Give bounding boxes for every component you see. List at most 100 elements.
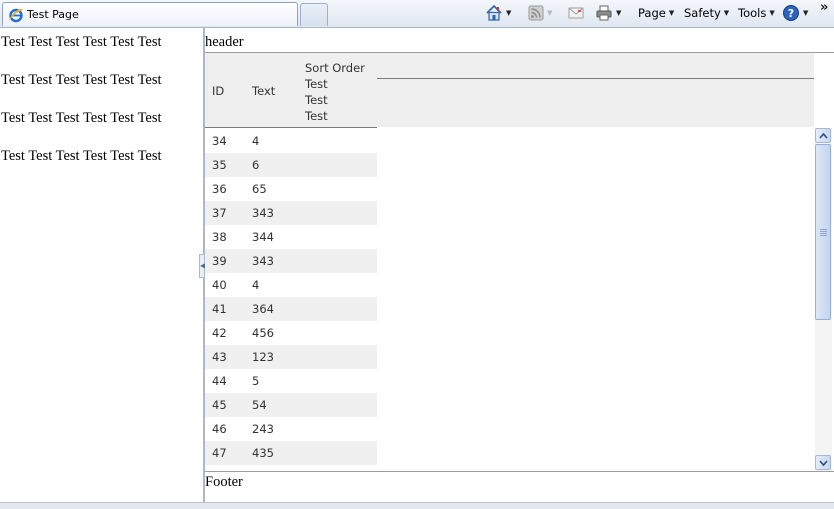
divider xyxy=(205,127,377,128)
chevron-down-icon: ▼ xyxy=(723,8,730,17)
table-row[interactable]: 34 4 xyxy=(205,129,377,153)
tools-menu[interactable]: Tools ▼ xyxy=(738,4,775,22)
chevron-down-icon: ▼ xyxy=(769,8,775,17)
browser-toolbar: Test Page ▼ ▼ ▼ Page ▼ Safety ▼ Tools ▼ … xyxy=(0,0,834,28)
table-row[interactable]: 42 456 xyxy=(205,321,377,345)
left-paragraph: Test Test Test Test Test Test xyxy=(1,72,162,88)
table-row[interactable]: 38 344 xyxy=(205,225,377,249)
page-menu-label: Page xyxy=(638,6,666,20)
cell-id: 36 xyxy=(212,182,227,196)
column-header-text[interactable]: Text xyxy=(252,84,275,98)
chevron-down-icon[interactable]: ▼ xyxy=(616,9,621,17)
cell-id: 38 xyxy=(212,230,227,244)
table-row[interactable]: 47 435 xyxy=(205,441,377,465)
column-header-sort-order-label: Sort Order xyxy=(305,61,365,75)
cell-text: 343 xyxy=(252,254,274,268)
cell-text: 54 xyxy=(252,398,267,412)
column-header-sort-order[interactable]: Sort Order Test Test Test xyxy=(305,60,365,124)
grip-line xyxy=(820,231,827,232)
print-icon xyxy=(596,5,612,21)
cell-id: 47 xyxy=(212,446,227,460)
scroll-up-button[interactable] xyxy=(815,128,831,143)
cell-text: 243 xyxy=(252,422,274,436)
cell-id: 34 xyxy=(212,134,227,148)
vertical-scrollbar[interactable] xyxy=(815,128,832,471)
home-button[interactable]: ▼ xyxy=(485,4,511,22)
safety-menu[interactable]: Safety ▼ xyxy=(684,4,729,22)
column-header-sub-label: Test xyxy=(305,93,328,107)
cell-id: 35 xyxy=(212,158,227,172)
table-row[interactable]: 43 123 xyxy=(205,345,377,369)
scrollbar-thumb[interactable] xyxy=(815,144,831,320)
cell-id: 44 xyxy=(212,374,227,388)
cell-text: 65 xyxy=(252,182,267,196)
grip-line xyxy=(820,235,827,236)
cell-id: 37 xyxy=(212,206,227,220)
page-menu[interactable]: Page ▼ xyxy=(638,4,674,22)
grip-line xyxy=(820,229,827,230)
left-paragraph: Test Test Test Test Test Test xyxy=(1,110,162,126)
chevron-down-icon: ▼ xyxy=(668,8,675,17)
cell-id: 43 xyxy=(212,350,227,364)
tab-title: Test Page xyxy=(27,8,79,21)
table-row[interactable]: 46 243 xyxy=(205,417,377,441)
cell-text: 344 xyxy=(252,230,274,244)
cell-id: 42 xyxy=(212,326,227,340)
left-pane: Test Test Test Test Test Test Test Test … xyxy=(0,28,200,502)
collapse-pane-handle[interactable]: ◀ xyxy=(199,254,206,278)
more-commands-chevron-icon[interactable]: » xyxy=(820,0,828,15)
mail-icon xyxy=(568,7,584,19)
chevron-down-icon[interactable]: ▼ xyxy=(506,9,511,17)
help-icon: ? xyxy=(783,5,799,21)
cell-id: 41 xyxy=(212,302,227,316)
grip-line xyxy=(820,233,827,234)
table-row[interactable]: 40 4 xyxy=(205,273,377,297)
right-pane: header ID Text Sort Order Test Test Test… xyxy=(205,28,834,502)
chevron-down-icon[interactable]: ▼ xyxy=(547,9,552,17)
cell-text: 4 xyxy=(252,278,260,292)
left-paragraph: Test Test Test Test Test Test xyxy=(1,34,162,50)
section-header: header xyxy=(205,34,244,50)
table-row[interactable]: 39 343 xyxy=(205,249,377,273)
table-row[interactable]: 35 6 xyxy=(205,153,377,177)
cell-id: 45 xyxy=(212,398,227,412)
rss-feed-icon xyxy=(528,5,544,21)
table-body: 34 4 35 6 36 65 37 343 38 344 39 343 40 4 41 364… xyxy=(205,129,377,465)
table-row[interactable]: 36 65 xyxy=(205,177,377,201)
print-button[interactable]: ▼ xyxy=(595,4,621,22)
cell-text: 4 xyxy=(252,134,260,148)
column-header-sub-label: Test xyxy=(305,109,328,123)
left-paragraph: Test Test Test Test Test Test xyxy=(1,148,162,164)
read-mail-button[interactable] xyxy=(567,4,585,22)
column-header-sub-label: Test xyxy=(305,77,328,91)
svg-text:?: ? xyxy=(788,7,794,20)
tools-menu-label: Tools xyxy=(738,6,767,20)
cell-id: 46 xyxy=(212,422,227,436)
column-header-id[interactable]: ID xyxy=(212,84,224,98)
divider xyxy=(205,471,834,472)
cell-id: 39 xyxy=(212,254,227,268)
chevron-up-icon xyxy=(819,132,828,139)
help-button[interactable]: ? ▼ xyxy=(782,4,808,22)
scroll-down-button[interactable] xyxy=(815,455,831,470)
cell-text: 5 xyxy=(252,374,260,388)
cell-text: 343 xyxy=(252,206,274,220)
table-row[interactable]: 45 54 xyxy=(205,393,377,417)
chevron-down-icon[interactable]: ▼ xyxy=(803,9,808,17)
feeds-button[interactable]: ▼ xyxy=(528,4,552,22)
table-row[interactable]: 44 5 xyxy=(205,369,377,393)
table-row[interactable]: 41 364 xyxy=(205,297,377,321)
cell-text: 6 xyxy=(252,158,260,172)
new-tab-button[interactable] xyxy=(300,3,328,26)
ie-logo-icon xyxy=(9,8,23,22)
table-header xyxy=(205,53,814,127)
cell-text: 435 xyxy=(252,446,274,460)
section-footer: Footer xyxy=(205,474,243,490)
cell-text: 456 xyxy=(252,326,274,340)
table-row[interactable]: 37 343 xyxy=(205,201,377,225)
cell-id: 40 xyxy=(212,278,227,292)
browser-tab[interactable]: Test Page xyxy=(2,2,298,26)
safety-menu-label: Safety xyxy=(684,6,721,20)
divider xyxy=(377,78,814,79)
chevron-down-icon xyxy=(819,460,828,467)
